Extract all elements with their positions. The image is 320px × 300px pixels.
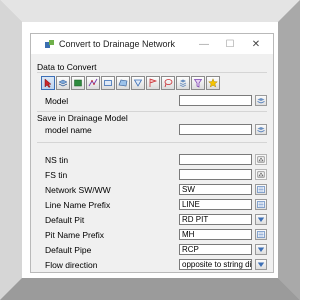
list-icon[interactable]: [255, 199, 267, 210]
model-name-input[interactable]: [179, 124, 252, 135]
frame-bevel-right: [278, 0, 300, 300]
maximize-icon[interactable]: ☐: [217, 39, 243, 50]
polygon-icon[interactable]: [116, 76, 130, 90]
flow-direction-row: Flow direction opposite to string direct…: [45, 259, 269, 271]
flow-direction-label: Flow direction: [45, 260, 98, 270]
filter-icon[interactable]: [131, 76, 145, 90]
funnel-icon[interactable]: [191, 76, 205, 90]
window-controls: — ☐ ✕: [191, 34, 269, 54]
dropdown-icon[interactable]: [255, 244, 267, 255]
tin-pick-icon[interactable]: [255, 169, 267, 180]
ns-tin-row: NS tin: [45, 154, 269, 166]
title-bar[interactable]: Convert to Drainage Network — ☐ ✕: [31, 34, 273, 54]
pointer-select-icon[interactable]: [41, 76, 55, 90]
data-to-convert-divider: [37, 72, 267, 73]
stack-icon[interactable]: [176, 76, 190, 90]
data-to-convert-title: Data to Convert: [37, 62, 97, 72]
model-icon[interactable]: [71, 76, 85, 90]
layers-icon[interactable]: [255, 124, 267, 135]
tin-pick-icon[interactable]: [255, 154, 267, 165]
network-label: Network SW/WW: [45, 185, 111, 195]
fs-tin-label: FS tin: [45, 170, 68, 180]
ns-tin-input[interactable]: [179, 154, 252, 165]
model-input[interactable]: [179, 95, 252, 106]
list-icon[interactable]: [255, 184, 267, 195]
save-in-drainage-model-title: Save in Drainage Model: [37, 113, 128, 123]
layers-icon[interactable]: [255, 95, 267, 106]
default-pit-label: Default Pit: [45, 215, 85, 225]
default-pit-row: Default Pit RD PIT: [45, 214, 269, 226]
string-icon[interactable]: [86, 76, 100, 90]
app-icon: [45, 39, 54, 49]
network-input[interactable]: SW: [179, 184, 252, 195]
flow-direction-select[interactable]: opposite to string direction: [179, 259, 252, 270]
pit-name-prefix-label: Pit Name Prefix: [45, 230, 105, 240]
pit-name-prefix-row: Pit Name Prefix MH: [45, 229, 269, 241]
selection-toolbar: [41, 76, 221, 90]
dialog-window: Convert to Drainage Network — ☐ ✕ Data t…: [30, 33, 274, 273]
save-group-top-divider: [37, 111, 267, 112]
close-icon[interactable]: ✕: [243, 39, 269, 50]
fs-tin-input[interactable]: [179, 169, 252, 180]
star-icon[interactable]: [206, 76, 220, 90]
dropdown-icon[interactable]: [255, 214, 267, 225]
layers-icon[interactable]: [56, 76, 70, 90]
model-name-row: model name: [45, 124, 269, 136]
default-pipe-row: Default Pipe RCP: [45, 244, 269, 256]
default-pipe-label: Default Pipe: [45, 245, 92, 255]
line-name-prefix-row: Line Name Prefix LINE: [45, 199, 269, 211]
box-icon[interactable]: [101, 76, 115, 90]
line-name-prefix-input[interactable]: LINE: [179, 199, 252, 210]
frame-bevel-top: [0, 0, 300, 22]
pit-name-prefix-input[interactable]: MH: [179, 229, 252, 240]
lasso-icon[interactable]: [161, 76, 175, 90]
fs-tin-row: FS tin: [45, 169, 269, 181]
minimize-icon[interactable]: —: [191, 39, 217, 50]
save-group-bottom-divider: [37, 142, 267, 143]
window-title: Convert to Drainage Network: [59, 39, 176, 49]
flag-icon[interactable]: [146, 76, 160, 90]
dropdown-icon[interactable]: [255, 259, 267, 270]
default-pit-input[interactable]: RD PIT: [179, 214, 252, 225]
list-icon[interactable]: [255, 229, 267, 240]
network-row: Network SW/WW SW: [45, 184, 269, 196]
line-name-prefix-label: Line Name Prefix: [45, 200, 111, 210]
default-pipe-input[interactable]: RCP: [179, 244, 252, 255]
frame-bevel-left: [0, 0, 22, 300]
frame-bevel-bottom: [0, 278, 300, 300]
model-label: Model: [45, 96, 69, 106]
model-row: Model: [45, 95, 269, 107]
ns-tin-label: NS tin: [45, 155, 69, 165]
model-name-label: model name: [45, 125, 92, 135]
